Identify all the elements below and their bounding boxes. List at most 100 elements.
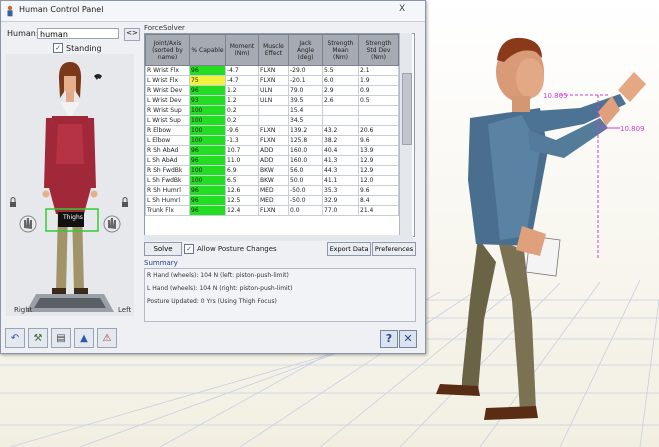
table-row[interactable]: R Sh FwdBk 100 6.9 BKW 56.0 44.3 12.9 <box>145 165 399 176</box>
summary-box: R Hand (wheels): 104 N (left: piston-pus… <box>144 268 416 322</box>
table-row[interactable]: R Wrist Flx 96 -4.7 FLXN -29.0 5.5 2.1 <box>145 65 399 76</box>
value-cell: 0.5 <box>358 95 399 106</box>
export-data-button[interactable]: Export Data <box>327 242 371 256</box>
value-cell: FLXN <box>258 125 289 136</box>
column-header[interactable]: Strength Mean (Nm) <box>322 34 359 66</box>
human-control-panel: Human Control Panel X Human: human <> ✓ … <box>0 0 426 354</box>
scrollbar-thumb[interactable] <box>402 73 412 145</box>
column-header[interactable]: Strength Std Dev (Nm) <box>358 34 399 66</box>
right-lock-icon[interactable] <box>122 197 128 208</box>
value-cell: 75 <box>189 75 226 86</box>
right-hand-icon[interactable] <box>103 215 121 233</box>
allow-posture-checkbox[interactable]: ✓ Allow Posture Changes <box>184 244 277 254</box>
value-cell <box>358 105 399 116</box>
standing-checkbox[interactable]: ✓ Standing <box>53 43 102 53</box>
value-cell: 96 <box>189 145 226 156</box>
joint-name-cell: R Elbow <box>145 125 190 136</box>
value-cell: 125.8 <box>288 135 323 146</box>
column-header[interactable]: Joint/Axis (sorted by name) <box>145 34 190 66</box>
value-cell: 100 <box>189 165 226 176</box>
table-row[interactable]: L Elbow 100 -1.3 FLXN 125.8 38.2 9.6 <box>145 135 399 146</box>
human-select[interactable]: human <box>37 28 119 39</box>
table-row[interactable]: R Wrist Sup 100 0.2 15.4 <box>145 105 399 116</box>
solve-button[interactable]: Solve <box>144 242 182 256</box>
human-browse-button[interactable]: <> <box>124 28 140 41</box>
value-cell: 50.0 <box>288 175 323 186</box>
analysis-button[interactable]: ▲ <box>74 328 94 348</box>
value-cell: -4.7 <box>225 75 259 86</box>
column-header[interactable]: Muscle Effect <box>258 34 289 66</box>
thighs-tag[interactable]: Thighs <box>63 214 83 221</box>
table-row[interactable]: R Elbow 100 -9.6 FLXN 139.2 43.2 20.6 <box>145 125 399 136</box>
value-cell: 12.9 <box>358 165 399 176</box>
table-vertical-scrollbar[interactable] <box>399 33 412 235</box>
value-cell: 96 <box>189 185 226 196</box>
forces-button[interactable]: ⚠ <box>97 328 117 348</box>
column-header[interactable]: Moment (Nm) <box>225 34 259 66</box>
forces-icon: ⚠ <box>102 332 112 344</box>
right-side-label: Right <box>14 306 33 314</box>
value-cell: 43.2 <box>322 125 359 136</box>
close-icon: ✕ <box>403 332 413 345</box>
table-row[interactable]: L Wrist Sup 100 0.2 34.5 <box>145 115 399 126</box>
value-cell: 139.2 <box>288 125 323 136</box>
standing-check-icon[interactable]: ✓ <box>53 43 63 53</box>
value-cell: 40.4 <box>322 145 359 156</box>
preferences-button[interactable]: Preferences <box>372 242 416 256</box>
titlebar[interactable]: Human Control Panel X <box>1 1 425 22</box>
column-header[interactable]: Jack Angle (deg) <box>288 34 323 66</box>
summary-line: L Hand (wheels): 104 N (right: piston-pu… <box>147 285 293 292</box>
value-cell: 12.4 <box>225 205 259 216</box>
table-row[interactable]: L Wrist Dev 93 1.2 ULN 39.5 2.6 0.5 <box>145 95 399 106</box>
table-horizontal-scrollbar[interactable] <box>144 235 413 241</box>
value-cell <box>322 115 359 126</box>
value-cell: 96 <box>189 155 226 166</box>
allow-posture-check-icon[interactable]: ✓ <box>184 244 194 254</box>
help-button[interactable]: ? <box>380 330 398 348</box>
table-row[interactable]: R Wrist Dev 96 1.2 ULN 79.0 2.9 0.9 <box>145 85 399 96</box>
table-row[interactable]: L Sh FwdBk 100 6.5 BKW 50.0 41.1 12.0 <box>145 175 399 186</box>
report-icon: ▤ <box>56 332 66 344</box>
table-row[interactable]: L Sh Humrl 96 12.5 MED -50.0 32.9 8.4 <box>145 195 399 206</box>
column-header[interactable]: % Capable <box>189 34 226 66</box>
left-hand-icon[interactable] <box>19 215 37 233</box>
value-cell: 96 <box>189 85 226 96</box>
value-cell: FLXN <box>258 205 289 216</box>
value-cell: 11.0 <box>225 155 259 166</box>
close-panel-button[interactable]: ✕ <box>399 330 417 348</box>
joint-name-cell: R Sh FwdBk <box>145 165 190 176</box>
posture-icon: ⚒ <box>33 332 43 344</box>
window-close-button[interactable]: X <box>399 4 405 14</box>
value-cell: FLXN <box>258 65 289 76</box>
value-cell: 1.2 <box>225 85 259 96</box>
value-cell: 6.5 <box>225 175 259 186</box>
table-row[interactable]: R Sh Humrl 96 12.6 MED -50.0 35.3 9.6 <box>145 185 399 196</box>
left-lock-icon[interactable] <box>10 197 16 208</box>
overlay-value-2: 10.809 <box>620 125 645 133</box>
value-cell: 2.6 <box>322 95 359 106</box>
value-cell: 93 <box>189 95 226 106</box>
undo-button[interactable]: ↶ <box>5 328 25 348</box>
help-icon: ? <box>385 332 393 345</box>
value-cell: -4.7 <box>225 65 259 76</box>
value-cell: 21.4 <box>358 205 399 216</box>
figure-preview[interactable]: Thighs Right Left <box>6 54 134 316</box>
report-button[interactable]: ▤ <box>51 328 71 348</box>
value-cell: BKW <box>258 175 289 186</box>
value-cell: 79.0 <box>288 85 323 96</box>
value-cell: 0.0 <box>288 205 323 216</box>
joint-name-cell: L Sh FwdBk <box>145 175 190 186</box>
table-row[interactable]: L Sh AbAd 96 11.0 ADD 160.0 41.3 12.9 <box>145 155 399 166</box>
table-row[interactable]: L Wrist Flx 75 -4.7 FLXN -20.1 6.0 1.9 <box>145 75 399 86</box>
table-row[interactable]: Trunk Flx 96 12.4 FLXN 0.0 77.0 21.4 <box>145 205 399 216</box>
value-cell: 12.5 <box>225 195 259 206</box>
value-cell: 12.6 <box>225 185 259 196</box>
value-cell: 100 <box>189 115 226 126</box>
value-cell: 6.9 <box>225 165 259 176</box>
posture-button[interactable]: ⚒ <box>28 328 48 348</box>
value-cell: 2.9 <box>322 85 359 96</box>
value-cell: 100 <box>189 175 226 186</box>
value-cell: 6.0 <box>322 75 359 86</box>
app-icon <box>7 5 13 17</box>
table-row[interactable]: R Sh AbAd 96 10.7 ADD 160.0 40.4 13.9 <box>145 145 399 156</box>
